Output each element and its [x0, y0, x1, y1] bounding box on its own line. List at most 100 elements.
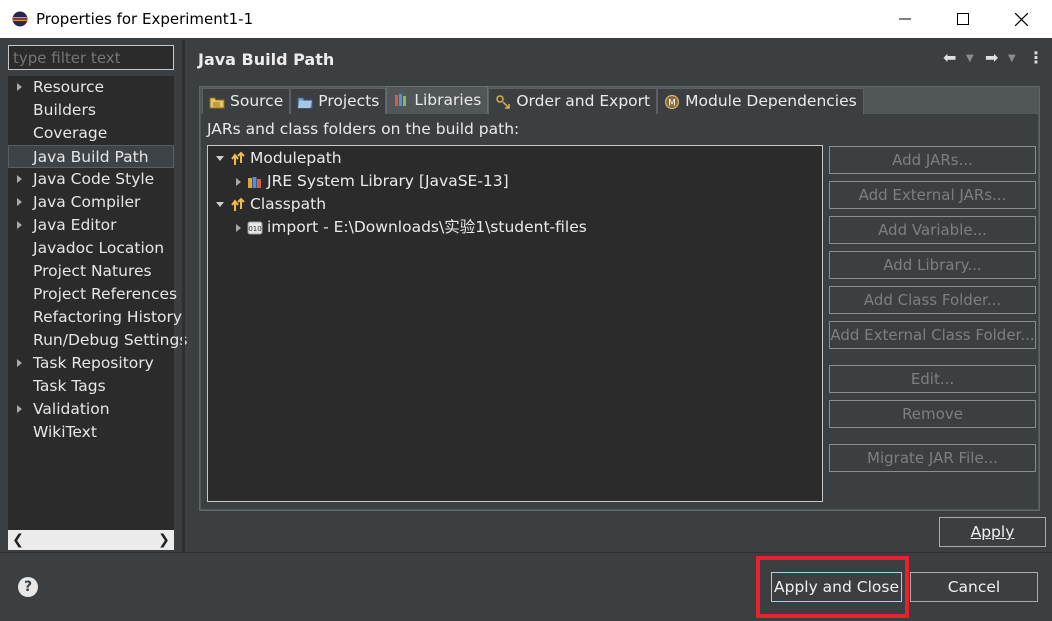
tree-row-label: Classpath	[250, 195, 327, 213]
apply-button[interactable]: Apply	[939, 517, 1046, 547]
nav-item-project-natures[interactable]: Project Natures	[8, 260, 174, 283]
module-icon: M	[665, 94, 680, 109]
pane-divider[interactable]	[182, 40, 185, 552]
nav-item-java-build-path[interactable]: Java Build Path	[8, 145, 174, 168]
tree-row-label: import - E:\Downloads\实验1\student-files	[267, 218, 587, 236]
tab-source[interactable]: Source	[202, 88, 291, 114]
expand-arrow-icon[interactable]	[236, 177, 241, 186]
expand-arrow-icon[interactable]	[17, 198, 22, 206]
tab-module-dependencies[interactable]: M Module Dependencies	[657, 88, 864, 114]
tab-projects[interactable]: Projects	[290, 88, 387, 114]
nav-item-java-code-style[interactable]: Java Code Style	[8, 168, 174, 191]
close-button[interactable]	[992, 0, 1050, 38]
horizontal-scrollbar[interactable]: ❮ ❯	[8, 530, 174, 550]
nav-item-label: Java Editor	[33, 216, 117, 234]
migrate-jar-file-button[interactable]: Migrate JAR File...	[829, 444, 1036, 472]
tab-libraries[interactable]: Libraries	[386, 86, 489, 113]
tree-row-modulepath[interactable]: Modulepath	[216, 147, 342, 170]
nav-item-java-editor[interactable]: Java Editor	[8, 214, 174, 237]
nav-item-label: Project Natures	[33, 262, 152, 280]
add-variable-button[interactable]: Add Variable...	[829, 216, 1036, 244]
forward-menu-chevron-icon[interactable]: ▼	[1008, 53, 1016, 64]
libraries-icon	[395, 94, 407, 106]
scroll-right-icon[interactable]: ❯	[154, 530, 174, 550]
nav-item-label: Task Repository	[33, 354, 154, 372]
expand-arrow-icon[interactable]	[17, 175, 22, 183]
tree-row-jre-system-library[interactable]: JRE System Library [JavaSE-13]	[236, 170, 509, 193]
add-external-class-folder-button[interactable]: Add External Class Folder...	[829, 321, 1036, 349]
add-jars-button[interactable]: Add JARs...	[829, 146, 1036, 174]
build-path-tree[interactable]: Modulepath JRE System Library [JavaSE-13…	[207, 145, 823, 502]
back-menu-chevron-icon[interactable]: ▼	[966, 53, 974, 64]
expand-arrow-icon[interactable]	[17, 405, 22, 413]
page-header: Java Build Path ⬅ ▼ ➡ ▼ ⋮	[186, 40, 1052, 80]
add-class-folder-button[interactable]: Add Class Folder...	[829, 286, 1036, 314]
nav-item-task-repository[interactable]: Task Repository	[8, 352, 174, 375]
red-highlight-box	[756, 556, 909, 618]
projects-icon	[297, 97, 313, 108]
expand-arrow-icon[interactable]	[17, 359, 22, 367]
back-arrow-icon[interactable]: ⬅	[943, 48, 956, 67]
add-external-jars-button[interactable]: Add External JARs...	[829, 181, 1036, 209]
maximize-button[interactable]	[934, 0, 992, 38]
eclipse-icon	[12, 11, 28, 27]
add-library-button[interactable]: Add Library...	[829, 251, 1036, 279]
nav-item-refactoring-history[interactable]: Refactoring History	[8, 306, 182, 329]
minimize-button[interactable]	[876, 0, 934, 38]
footer-separator	[0, 552, 1052, 553]
tab-label: Libraries	[414, 90, 482, 109]
section-label: JARs and class folders on the build path…	[207, 120, 520, 138]
nav-item-label: Builders	[33, 101, 96, 119]
cancel-button[interactable]: Cancel	[910, 572, 1038, 602]
nav-item-javadoc-location[interactable]: Javadoc Location	[8, 237, 174, 260]
tree-row-label: JRE System Library [JavaSE-13]	[267, 172, 509, 190]
collapse-arrow-icon[interactable]	[216, 202, 224, 207]
scroll-left-icon[interactable]: ❮	[8, 530, 28, 550]
nav-item-resource[interactable]: Resource	[8, 76, 174, 99]
tree-row-label: Modulepath	[250, 149, 342, 167]
nav-item-task-tags[interactable]: Task Tags	[8, 375, 174, 398]
nav-item-label: WikiText	[33, 423, 97, 441]
expand-arrow-icon[interactable]	[17, 83, 22, 91]
nav-item-label: Coverage	[33, 124, 108, 142]
collapse-arrow-icon[interactable]	[216, 156, 224, 161]
view-menu-icon[interactable]: ⋮	[1028, 48, 1044, 67]
tree-row-classpath[interactable]: Classpath	[216, 193, 326, 216]
scrollbar-thumb[interactable]	[30, 533, 152, 547]
tab-bar: Source Projects Libraries Order and Expo…	[202, 86, 864, 114]
page-title: Java Build Path	[198, 50, 335, 69]
tree-row-import-folder[interactable]: 010 import - E:\Downloads\实验1\student-fi…	[236, 216, 587, 239]
tab-order-and-export[interactable]: Order and Export	[488, 88, 658, 114]
nav-item-builders[interactable]: Builders	[8, 99, 174, 122]
class-folder-icon: 010	[247, 221, 263, 234]
nav-item-run-debug-settings[interactable]: Run/Debug Settings	[8, 329, 187, 352]
expand-arrow-icon[interactable]	[236, 223, 241, 232]
nav-item-label: Task Tags	[33, 377, 106, 395]
nav-item-validation[interactable]: Validation	[8, 398, 174, 421]
tab-label: Module Dependencies	[685, 92, 857, 110]
nav-item-label: Javadoc Location	[33, 239, 165, 257]
help-icon[interactable]: ?	[18, 577, 38, 597]
nav-item-project-references[interactable]: Project References	[8, 283, 177, 306]
nav-item-label: Java Compiler	[33, 193, 141, 211]
remove-button[interactable]: Remove	[829, 400, 1036, 428]
filter-input[interactable]	[8, 45, 174, 70]
close-icon	[1014, 12, 1028, 26]
window-title: Properties for Experiment1-1	[36, 10, 254, 28]
nav-item-wikitext[interactable]: WikiText	[8, 421, 174, 444]
source-folder-icon	[209, 97, 225, 108]
classpath-icon	[231, 197, 245, 211]
tab-label: Order and Export	[516, 92, 651, 110]
expand-arrow-icon[interactable]	[17, 221, 22, 229]
nav-item-label: Validation	[33, 400, 110, 418]
svg-text:010: 010	[248, 225, 261, 233]
tab-label: Projects	[318, 92, 380, 110]
nav-item-coverage[interactable]: Coverage	[8, 122, 174, 145]
nav-item-label: Refactoring History	[33, 308, 183, 326]
forward-arrow-icon[interactable]: ➡	[985, 48, 998, 67]
nav-item-java-compiler[interactable]: Java Compiler	[8, 191, 174, 214]
minimize-icon	[899, 18, 911, 20]
apply-label: Apply	[970, 523, 1015, 541]
svg-text:M: M	[668, 98, 676, 108]
edit-button[interactable]: Edit...	[829, 365, 1036, 393]
